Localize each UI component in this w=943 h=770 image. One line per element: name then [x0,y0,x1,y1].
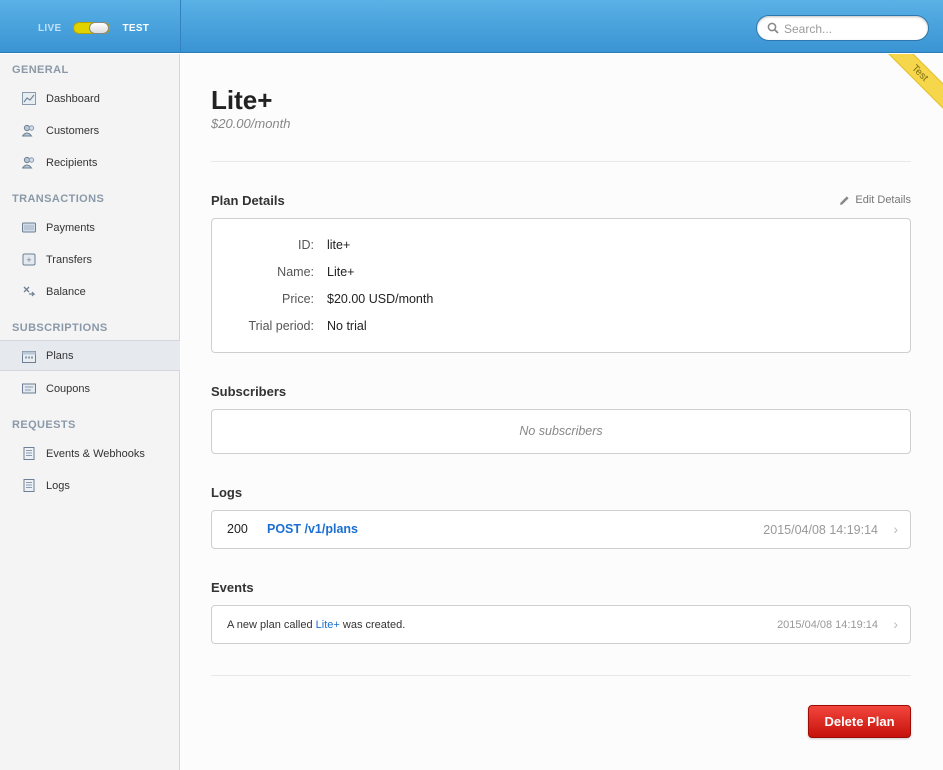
transfer-icon: + [22,253,36,266]
test-mode-ribbon: Test [887,54,943,110]
sidebar-item-customers[interactable]: Customers [0,115,180,146]
balance-icon [23,286,36,297]
sidebar-item-label: Dashboard [46,92,100,105]
toggle-knob[interactable] [89,22,110,34]
sidebar-item-label: Customers [46,124,100,137]
plan-details-box: ID: lite+ Name: Lite+ Price: $20.00 USD/… [211,218,911,353]
sidebar-item-label: Recipients [46,156,98,169]
logs-heading: Logs [211,485,243,500]
main-content: Test Lite+ $20.00/month Plan Details Edi… [181,54,943,770]
mode-live-label[interactable]: LIVE [38,23,61,34]
edit-details-label[interactable]: Edit Details [855,194,911,206]
detail-row: Price: $20.00 USD/month [212,292,912,308]
sidebar-item-label: Logs [46,479,70,492]
page-title: Lite+ [211,85,273,115]
chart-icon [22,92,36,105]
event-row[interactable]: A new plan called Lite+ was created. 201… [211,605,911,644]
sidebar-item-label: Plans [46,349,74,362]
credit-card-icon [22,222,36,233]
section-transactions: TRANSACTIONS [12,193,105,205]
detail-value: Lite+ [327,265,355,279]
mode-test-label[interactable]: TEST [122,23,149,34]
detail-row: ID: lite+ [212,238,912,254]
section-subscriptions: SUBSCRIPTIONS [12,322,108,334]
svg-text:+: + [26,255,31,265]
detail-label: Price: [282,292,314,306]
detail-row: Trial period: No trial [212,319,912,335]
subscribers-box: No subscribers [211,409,911,454]
events-heading: Events [211,580,254,595]
log-status: 200 [227,522,248,536]
top-bar: LIVE TEST [0,0,943,53]
event-plan-link[interactable]: Lite+ [316,619,340,631]
sidebar: GENERAL Dashboard Customers Recipients T… [0,54,180,770]
edit-details-button[interactable]: Edit Details [839,194,911,206]
sidebar-item-payments[interactable]: Payments [0,212,180,243]
pencil-icon [840,195,849,205]
detail-value: lite+ [327,238,351,252]
empty-state: No subscribers [519,424,603,438]
sidebar-item-transfers[interactable]: + Transfers [0,244,180,275]
log-request[interactable]: POST /v1/plans [267,522,358,536]
sidebar-item-logs[interactable]: Logs [0,470,180,501]
event-time: 2015/04/08 14:19:14 [777,619,878,631]
ribbon-label: Test [887,54,943,110]
sidebar-item-dashboard[interactable]: Dashboard [0,83,180,114]
event-suffix: was created. [339,619,406,631]
mode-switch[interactable]: LIVE TEST [38,21,149,35]
sidebar-item-label: Events & Webhooks [46,447,145,460]
search-icon [767,22,779,34]
sidebar-item-balance[interactable]: Balance [0,276,180,307]
calendar-icon [22,351,36,363]
detail-label: Name: [277,265,314,279]
detail-row: Name: Lite+ [212,265,912,281]
coupon-icon [22,383,36,394]
subscribers-heading: Subscribers [211,384,287,399]
event-prefix: A new plan called [227,619,316,631]
detail-value: $20.00 USD/month [327,292,434,306]
plan-price: $20.00/month [211,116,291,131]
search-box[interactable] [756,15,929,41]
section-general: GENERAL [12,64,69,76]
log-time: 2015/04/08 14:19:14 [763,523,878,537]
detail-label: ID: [298,238,314,252]
users-icon [22,156,35,169]
event-text: A new plan called Lite+ was created. [227,619,405,631]
topbar-divider [180,0,181,53]
sidebar-item-recipients[interactable]: Recipients [0,147,180,178]
chevron-right-icon: › [893,521,898,537]
delete-plan-button[interactable]: Delete Plan [808,705,911,738]
mode-toggle[interactable] [73,22,111,34]
chevron-right-icon: › [893,616,898,632]
section-requests: REQUESTS [12,419,76,431]
sidebar-item-events-webhooks[interactable]: Events & Webhooks [0,438,180,469]
sidebar-item-coupons[interactable]: Coupons [0,373,180,404]
detail-value: No trial [327,319,367,333]
document-icon [23,479,35,492]
users-icon [22,124,35,137]
sidebar-item-label: Coupons [46,382,91,395]
sidebar-item-plans[interactable]: Plans [0,340,180,371]
divider [211,161,911,162]
divider [211,675,911,676]
detail-label: Trial period: [248,319,314,333]
document-icon [23,447,35,460]
sidebar-item-label: Balance [46,285,86,298]
log-row[interactable]: 200 POST /v1/plans 2015/04/08 14:19:14 › [211,510,911,549]
plan-details-heading: Plan Details [211,193,285,208]
sidebar-item-label: Payments [46,221,95,234]
sidebar-item-label: Transfers [46,253,93,266]
search-input[interactable] [784,20,919,37]
